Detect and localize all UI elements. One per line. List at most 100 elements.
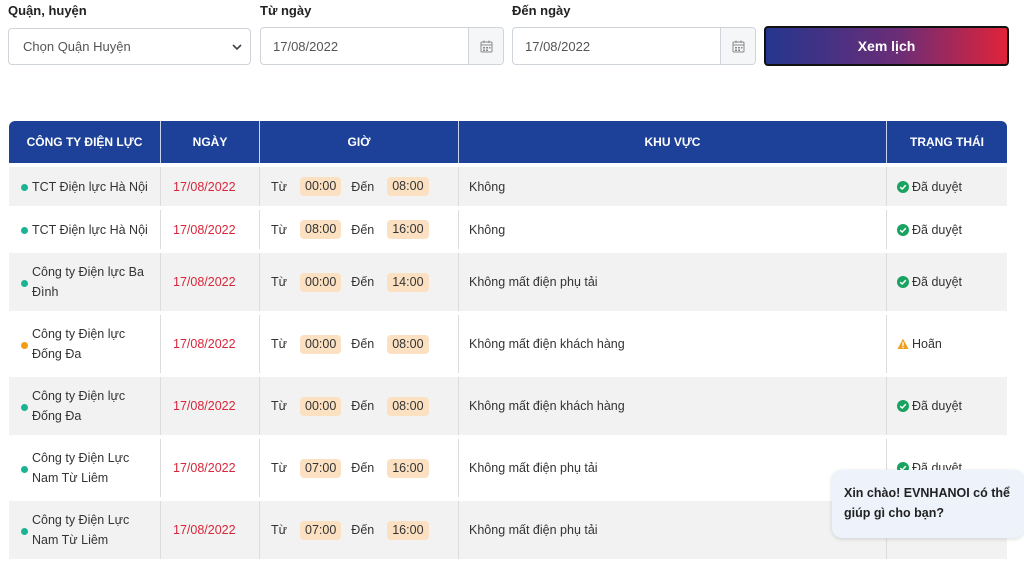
to-date-value[interactable]: 17/08/2022 <box>513 28 720 64</box>
from-date-label: Từ ngày <box>260 3 312 18</box>
company-name: Công ty Điện lực Đống Đa <box>32 389 126 423</box>
to-word: Đến <box>351 399 375 413</box>
cell-status: Đã duyệt <box>887 253 1007 311</box>
cell-date: 17/08/2022 <box>161 377 260 435</box>
end-time: 16:00 <box>387 220 429 239</box>
view-schedule-button[interactable]: Xem lịch <box>764 26 1009 66</box>
to-date-calendar-button[interactable] <box>720 28 755 64</box>
filter-bar: Quận, huyện Từ ngày Đến ngày Chọn Quận H… <box>0 0 1024 80</box>
from-word: Từ <box>271 222 288 237</box>
end-time: 16:00 <box>387 520 429 540</box>
cell-time: Từ 07:00 Đến 16:00 <box>260 439 459 497</box>
cell-time: Từ 00:00 Đến 08:00 <box>260 377 459 435</box>
cell-company: Công ty Điện Lực Nam Từ Liêm <box>9 501 161 559</box>
status-dot <box>21 227 28 234</box>
cell-date: 17/08/2022 <box>161 315 260 373</box>
to-word: Đến <box>351 523 375 537</box>
header-company: CÔNG TY ĐIỆN LỰC <box>9 121 161 163</box>
status-dot <box>21 403 28 411</box>
table-header: CÔNG TY ĐIỆN LỰC NGÀY GIỜ KHU VỰC TRẠNG … <box>9 121 1007 163</box>
cell-company: Công ty Điện lực Ba Đình <box>9 253 161 311</box>
to-date-label: Đến ngày <box>512 3 571 18</box>
from-word: Từ <box>271 461 288 475</box>
from-word: Từ <box>271 179 288 194</box>
header-time: GIỜ <box>260 121 459 163</box>
cell-area: Không mất điện khách hàng <box>459 315 887 373</box>
warning-icon <box>897 338 909 349</box>
from-date-value[interactable]: 17/08/2022 <box>261 28 468 64</box>
district-select-value: Chọn Quận Huyện <box>23 39 131 54</box>
company-name: Công ty Điện lực Ba Đình <box>32 265 144 299</box>
cell-area: Không <box>459 167 887 206</box>
end-time: 16:00 <box>387 458 429 478</box>
from-word: Từ <box>271 523 288 537</box>
cell-time: Từ 00:00 Đến 08:00 <box>260 167 459 206</box>
district-select[interactable]: Chọn Quận Huyện <box>8 28 251 65</box>
cell-date: 17/08/2022 <box>161 253 260 311</box>
status-text: Đã duyệt <box>912 179 963 194</box>
cell-company: Công ty Điện lực Đống Đa <box>9 315 161 373</box>
check-circle-icon <box>897 223 909 236</box>
check-circle-icon <box>897 180 909 193</box>
header-status: TRẠNG THÁI <box>910 135 984 149</box>
chevron-down-icon <box>232 44 242 51</box>
calendar-icon <box>732 40 744 52</box>
end-time: 08:00 <box>387 334 429 354</box>
cell-status: Đã duyệt <box>887 210 1007 249</box>
check-circle-icon <box>897 276 909 288</box>
status-dot <box>21 279 28 287</box>
cell-status: Đã duyệt <box>887 377 1007 435</box>
status-dot <box>21 184 28 191</box>
cell-company: TCT Điện lực Hà Nội <box>9 167 161 206</box>
cell-area: Không mất điện khách hàng <box>459 377 887 435</box>
cell-time: Từ 08:00 Đến 16:00 <box>260 210 459 249</box>
to-word: Đến <box>351 337 375 351</box>
header-area: KHU VỰC <box>459 121 887 163</box>
header-date: NGÀY <box>161 121 260 163</box>
cell-company: Công ty Điện lực Đống Đa <box>9 377 161 435</box>
calendar-icon <box>480 40 492 52</box>
cell-time: Từ 07:00 Đến 16:00 <box>260 501 459 559</box>
chat-bubble[interactable]: Xin chào! EVNHANOI có thể giúp gì cho bạ… <box>832 470 1024 538</box>
end-time: 08:00 <box>387 396 429 416</box>
cell-date: 17/08/2022 <box>161 501 260 559</box>
chat-message: Xin chào! EVNHANOI có thể giúp gì cho bạ… <box>844 486 1010 520</box>
start-time: 07:00 <box>300 520 342 540</box>
cell-area: Không mất điện phụ tải <box>459 501 887 559</box>
cell-status: Đã duyệt <box>887 167 1007 206</box>
start-time: 00:00 <box>300 334 342 354</box>
to-date-field[interactable]: 17/08/2022 <box>512 27 756 65</box>
table-row: TCT Điện lực Hà Nội 17/08/2022 Từ 08:00 Đến 1… <box>9 206 1007 249</box>
end-time: 14:00 <box>387 272 429 292</box>
cell-company: Công ty Điện Lực Nam Từ Liêm <box>9 439 161 497</box>
status-dot <box>21 341 28 349</box>
district-label: Quận, huyện <box>8 3 87 18</box>
cell-time: Từ 00:00 Đến 14:00 <box>260 253 459 311</box>
cell-area: Không <box>459 210 887 249</box>
company-name: Công ty Điện lực Đống Đa <box>32 327 126 361</box>
from-word: Từ <box>271 399 288 413</box>
status-dot <box>21 527 28 535</box>
cell-company: TCT Điện lực Hà Nội <box>9 210 161 249</box>
cell-time: Từ 00:00 Đến 08:00 <box>260 315 459 373</box>
cell-date: 17/08/2022 <box>161 210 260 249</box>
start-time: 00:00 <box>300 272 342 292</box>
company-name: TCT Điện lực Hà Nội <box>32 179 148 194</box>
cell-area: Không mất điện phụ tải <box>459 439 887 497</box>
start-time: 07:00 <box>300 458 342 478</box>
table-row: TCT Điện lực Hà Nội 17/08/2022 Từ 00:00 Đến 0… <box>9 163 1007 206</box>
to-word: Đến <box>351 222 375 237</box>
from-date-field[interactable]: 17/08/2022 <box>260 27 504 65</box>
end-time: 08:00 <box>387 177 429 196</box>
from-word: Từ <box>271 337 288 351</box>
from-date-calendar-button[interactable] <box>468 28 503 64</box>
cell-date: 17/08/2022 <box>161 439 260 497</box>
cell-area: Không mất điện phụ tải <box>459 253 887 311</box>
company-name: Công ty Điện Lực Nam Từ Liêm <box>32 513 130 547</box>
status-text: Đã duyệt <box>912 399 963 413</box>
start-time: 00:00 <box>300 396 342 416</box>
table-row: Công ty Điện lực Ba Đình 17/08/2022 Từ 00:0… <box>9 249 1007 311</box>
from-word: Từ <box>271 275 288 289</box>
company-name: TCT Điện lực Hà Nội <box>32 222 148 237</box>
table-row: Công ty Điện lực Đống Đa 17/08/2022 Từ 00:0… <box>9 373 1007 435</box>
